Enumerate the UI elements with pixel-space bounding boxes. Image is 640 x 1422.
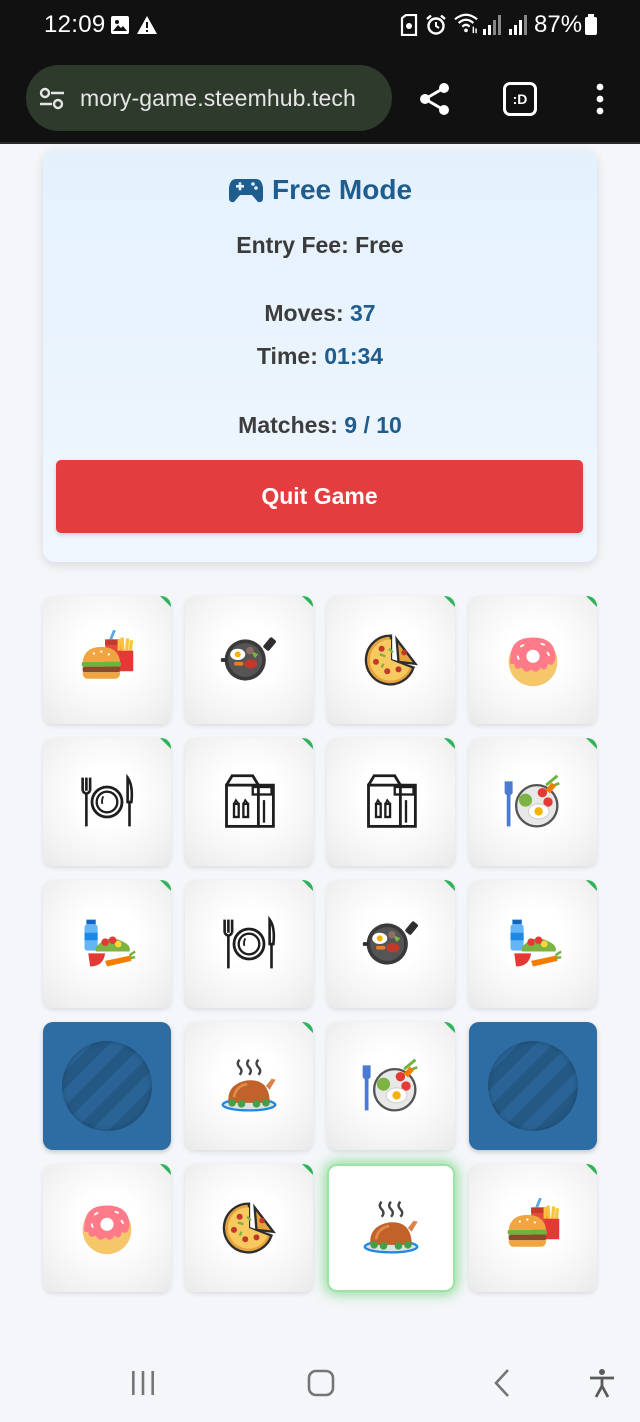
recents-icon[interactable] bbox=[130, 1368, 156, 1398]
memory-card[interactable] bbox=[43, 738, 171, 866]
url-text[interactable]: mory-game.steemhub.tech bbox=[80, 85, 356, 112]
matched-marker bbox=[302, 1164, 313, 1175]
memory-card[interactable] bbox=[327, 738, 455, 866]
memory-card[interactable] bbox=[327, 880, 455, 1008]
more-vert-icon[interactable] bbox=[586, 82, 614, 116]
matches-label: Matches: bbox=[238, 412, 345, 438]
matched-marker bbox=[444, 596, 455, 607]
memory-card[interactable] bbox=[185, 880, 313, 1008]
memory-card[interactable] bbox=[327, 1164, 455, 1292]
memory-card[interactable] bbox=[469, 596, 597, 724]
burger-fries-soda-icon bbox=[81, 630, 134, 679]
matched-marker bbox=[160, 738, 171, 749]
matched-marker bbox=[160, 596, 171, 607]
roast-chicken-icon bbox=[363, 1200, 420, 1254]
matched-marker bbox=[586, 596, 597, 607]
share-icon[interactable] bbox=[418, 82, 452, 116]
memory-card[interactable] bbox=[327, 596, 455, 724]
memory-card[interactable] bbox=[469, 738, 597, 866]
matched-marker bbox=[444, 738, 455, 749]
quit-game-button[interactable]: Quit Game bbox=[56, 460, 583, 533]
wifi-icon bbox=[454, 13, 478, 34]
time-label: Time: bbox=[256, 343, 325, 369]
takeaway-bag-icon bbox=[367, 774, 417, 828]
back-icon[interactable] bbox=[492, 1368, 512, 1398]
alarm-icon bbox=[426, 14, 446, 35]
mode-title-text: Free Mode bbox=[271, 174, 413, 205]
burger-fries-soda-icon bbox=[507, 1198, 560, 1247]
matched-marker bbox=[302, 880, 313, 891]
groceries-bottle-icon bbox=[84, 919, 136, 967]
matched-marker bbox=[586, 738, 597, 749]
matched-marker bbox=[160, 880, 171, 891]
signal-icon bbox=[509, 15, 527, 35]
browser-toolbar: mory-game.steemhub.tech :D bbox=[0, 52, 640, 144]
card-back-pattern bbox=[62, 1041, 152, 1131]
memory-card[interactable] bbox=[469, 1164, 597, 1292]
address-bar[interactable]: mory-game.steemhub.tech bbox=[26, 65, 392, 131]
matched-marker bbox=[586, 880, 597, 891]
sim-icon bbox=[400, 14, 418, 36]
memory-card[interactable] bbox=[43, 1164, 171, 1292]
memory-card[interactable] bbox=[469, 1022, 597, 1150]
memory-card[interactable] bbox=[185, 738, 313, 866]
matched-marker bbox=[444, 1022, 455, 1033]
plate-cutlery-icon bbox=[81, 773, 134, 827]
takeaway-bag-icon bbox=[225, 774, 275, 828]
game-info-card: Free Mode Entry Fee: Free Moves: 37 Time… bbox=[43, 150, 597, 562]
gamepad-icon bbox=[228, 179, 263, 203]
memory-card[interactable] bbox=[185, 1164, 313, 1292]
card-back-pattern bbox=[488, 1041, 578, 1131]
memory-card[interactable] bbox=[43, 596, 171, 724]
plate-cutlery-icon bbox=[223, 915, 276, 969]
groceries-bottle-icon bbox=[510, 919, 562, 967]
memory-card[interactable] bbox=[469, 880, 597, 1008]
salad-bowl-egg-icon bbox=[362, 1058, 418, 1112]
image-icon bbox=[111, 16, 129, 34]
status-bar: 12:09 87% bbox=[0, 0, 640, 52]
home-icon[interactable] bbox=[307, 1368, 335, 1398]
status-time: 12:09 bbox=[44, 11, 106, 38]
memory-card-grid bbox=[43, 596, 597, 1292]
battery-icon bbox=[585, 14, 597, 35]
matches-value: 9 / 10 bbox=[344, 412, 402, 438]
roast-chicken-icon bbox=[221, 1058, 278, 1112]
site-settings-icon[interactable] bbox=[38, 84, 66, 112]
moves-label: Moves: bbox=[264, 300, 351, 326]
matched-marker bbox=[160, 1164, 171, 1175]
system-nav-bar bbox=[0, 1340, 640, 1422]
signal-icon bbox=[483, 15, 501, 35]
breakfast-pan-icon bbox=[362, 921, 418, 965]
memory-card[interactable] bbox=[185, 1022, 313, 1150]
matched-marker bbox=[302, 738, 313, 749]
entry-fee: Entry Fee: Free bbox=[236, 232, 404, 258]
mode-title: Free Mode bbox=[43, 174, 597, 206]
memory-card[interactable] bbox=[327, 1022, 455, 1150]
donut-icon bbox=[508, 637, 558, 687]
pizza-icon bbox=[364, 634, 418, 686]
memory-card[interactable] bbox=[185, 596, 313, 724]
breakfast-pan-icon bbox=[220, 637, 276, 681]
moves-value: 37 bbox=[350, 300, 376, 326]
tab-switcher-icon[interactable]: :D bbox=[503, 82, 537, 116]
matched-marker bbox=[444, 880, 455, 891]
battery-percent: 87% bbox=[534, 11, 583, 38]
time-value: 01:34 bbox=[324, 343, 384, 369]
pizza-icon bbox=[222, 1202, 276, 1254]
matched-marker bbox=[302, 596, 313, 607]
moves-stat: Moves: 37 bbox=[43, 300, 597, 327]
accessibility-icon[interactable] bbox=[588, 1368, 616, 1398]
tab-switcher-label: :D bbox=[512, 91, 528, 107]
donut-icon bbox=[82, 1205, 132, 1255]
memory-card[interactable] bbox=[43, 880, 171, 1008]
matched-marker bbox=[302, 1022, 313, 1033]
matched-marker bbox=[586, 1164, 597, 1175]
matches-stat: Matches: 9 / 10 bbox=[43, 412, 597, 439]
warning-icon bbox=[137, 16, 157, 34]
time-stat: Time: 01:34 bbox=[43, 343, 597, 370]
salad-bowl-egg-icon bbox=[504, 774, 560, 828]
memory-card[interactable] bbox=[43, 1022, 171, 1150]
